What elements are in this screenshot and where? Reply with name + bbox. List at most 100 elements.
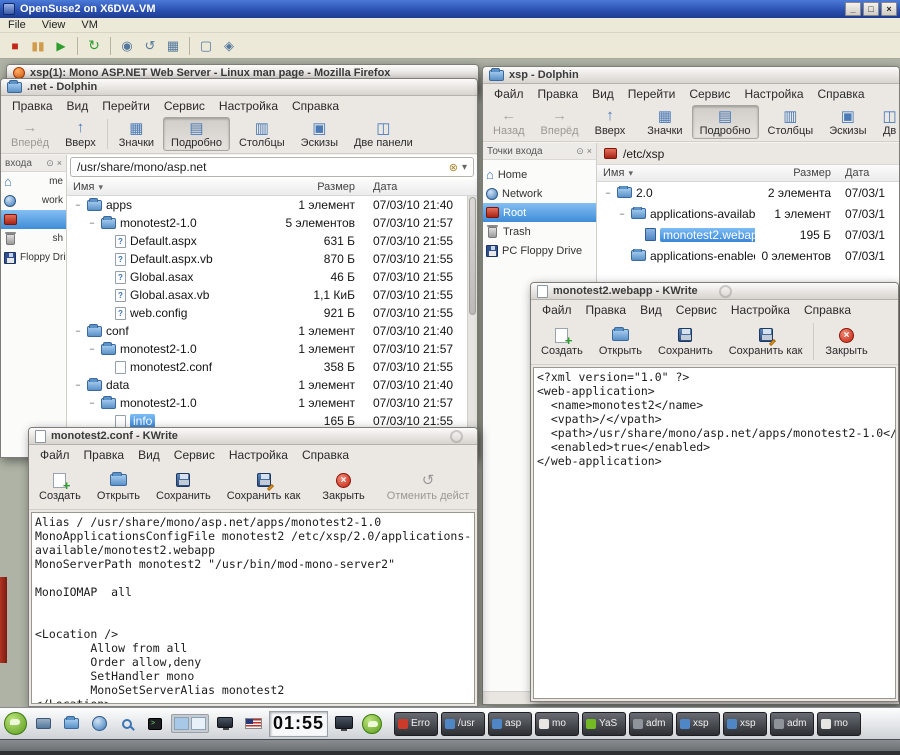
vertical-scrollbar[interactable] — [467, 196, 477, 457]
location-bar[interactable]: /usr/share/mono/asp.net ⊗ ▾ — [70, 157, 474, 177]
expander-icon[interactable] — [73, 200, 83, 210]
details-view-button[interactable]: ▤ Подробно — [163, 117, 230, 151]
new-button[interactable]: Создать — [534, 321, 590, 362]
place-root[interactable]: Root — [483, 203, 596, 222]
task-admin-2[interactable]: adm — [770, 711, 815, 736]
save-as-button[interactable]: Сохранить как — [220, 466, 308, 507]
menu-edit[interactable]: Правка — [5, 98, 60, 114]
terminal-launcher[interactable]: > — [143, 712, 167, 736]
forward-button[interactable]: → Вперёд — [534, 105, 586, 139]
panel-close-icon[interactable]: × — [57, 158, 62, 168]
split-view-button[interactable]: ◫ Две панели — [347, 117, 420, 151]
suspend-icon[interactable]: ▮▮ — [28, 36, 48, 55]
open-button[interactable]: Открыть — [90, 466, 147, 507]
maximize-button[interactable]: □ — [863, 2, 879, 16]
folder-row[interactable]: data 1 элемент 07/03/10 21:40 — [67, 376, 477, 394]
column-name[interactable]: Имя ▾ — [597, 167, 755, 179]
menu-file[interactable]: Файл — [487, 86, 531, 102]
task-xsp-dolphin[interactable]: xsp — [676, 711, 721, 736]
columns-view-button[interactable]: ▥ Столбцы — [232, 117, 292, 151]
menu-view[interactable]: Вид — [60, 98, 96, 114]
expander-icon[interactable] — [87, 218, 97, 228]
snapshot-icon[interactable]: ◉ — [117, 36, 137, 55]
save-as-button[interactable]: Сохранить как — [722, 321, 810, 362]
reset-icon[interactable]: ↻ — [84, 36, 104, 55]
expander-icon[interactable] — [617, 209, 627, 219]
clock[interactable]: 01:55 — [269, 710, 329, 737]
file-row[interactable]: monotest2.conf 358 Б 07/03/10 21:55 — [67, 358, 477, 376]
display-tray-icon[interactable] — [213, 712, 237, 736]
vm-titlebar[interactable]: OpenSuse2 on X6DVA.VM _ □ × — [0, 0, 900, 18]
folder-row[interactable]: monotest2-1.0 5 элементов 07/03/10 21:57 — [67, 214, 477, 232]
place-floppy[interactable]: PC Floppy Drive — [483, 241, 596, 260]
text-editor[interactable]: Alias / /usr/share/mono/asp.net/apps/mon… — [31, 512, 475, 704]
folder-row[interactable]: monotest2-1.0 1 элемент 07/03/10 21:57 — [67, 394, 477, 412]
keyboard-layout-tray[interactable] — [241, 712, 265, 736]
expander-icon[interactable] — [87, 398, 97, 408]
titlebar[interactable]: monotest2.webapp - KWrite — [531, 283, 898, 300]
fullscreen-icon[interactable]: ▢ — [196, 36, 216, 55]
place-root[interactable] — [1, 210, 66, 229]
task-xsp-manpage[interactable]: xsp — [723, 711, 768, 736]
folder-row[interactable]: monotest2-1.0 1 элемент 07/03/10 21:57 — [67, 340, 477, 358]
expander-icon[interactable] — [603, 188, 613, 198]
minimize-button[interactable]: _ — [845, 2, 861, 16]
menu-tools[interactable]: Сервис — [669, 302, 724, 318]
place-home[interactable]: me — [1, 172, 66, 191]
menu-help[interactable]: Справка — [285, 98, 346, 114]
task-error-console[interactable]: Erro — [394, 711, 439, 736]
menu-settings[interactable]: Настройка — [222, 447, 295, 463]
location-dropdown-icon[interactable]: ▾ — [462, 162, 467, 173]
column-name[interactable]: Имя ▾ — [67, 181, 274, 193]
breadcrumb[interactable]: /etc/xsp — [597, 143, 899, 165]
place-trash[interactable]: sh — [1, 229, 66, 248]
menu-tools[interactable]: Сервис — [682, 86, 737, 102]
place-home[interactable]: Home — [483, 165, 596, 184]
place-floppy[interactable]: Floppy Drive — [1, 248, 66, 267]
menu-view[interactable]: View — [34, 19, 74, 31]
menu-file[interactable]: Файл — [535, 302, 579, 318]
titlebar[interactable]: xsp - Dolphin — [483, 67, 899, 84]
column-date[interactable]: Дата — [835, 167, 899, 179]
menu-edit[interactable]: Правка — [77, 447, 132, 463]
columns-view-button[interactable]: ▥ Столбцы — [761, 105, 821, 139]
icons-view-button[interactable]: ▦ Значки — [112, 117, 161, 151]
menu-help[interactable]: Справка — [811, 86, 872, 102]
clear-location-icon[interactable]: ⊗ — [449, 161, 458, 174]
search-launcher[interactable] — [115, 712, 139, 736]
open-button[interactable]: Открыть — [592, 321, 649, 362]
revert-snapshot-icon[interactable]: ↺ — [140, 36, 160, 55]
menu-settings[interactable]: Настройка — [724, 302, 797, 318]
up-button[interactable]: ↑ Вверх — [588, 105, 633, 139]
task-admin[interactable]: adm — [629, 711, 674, 736]
menu-tools[interactable]: Сервис — [167, 447, 222, 463]
forward-button[interactable]: → Вперёд — [4, 117, 56, 151]
task-usr-folder[interactable]: /usr — [441, 711, 486, 736]
window-menu-icon[interactable] — [450, 429, 463, 443]
snapshot-manager-icon[interactable]: ▦ — [163, 36, 183, 55]
column-date[interactable]: Дата — [359, 181, 477, 193]
menu-settings[interactable]: Настройка — [212, 98, 285, 114]
place-trash[interactable]: Trash — [483, 222, 596, 241]
desktop-1[interactable] — [174, 717, 189, 730]
menu-tools[interactable]: Сервис — [157, 98, 212, 114]
play-icon[interactable]: ▶ — [51, 36, 71, 55]
expander-icon[interactable] — [73, 380, 83, 390]
file-row-selected[interactable]: monotest2.webapp 195 Б 07/03/1 — [597, 224, 899, 245]
menu-edit[interactable]: Правка — [579, 302, 634, 318]
file-row[interactable]: web.config 921 Б 07/03/10 21:55 — [67, 304, 477, 322]
column-size[interactable]: Размер — [274, 181, 359, 193]
desktop-pager[interactable] — [171, 714, 209, 733]
save-button[interactable]: Сохранить — [651, 321, 720, 362]
file-row[interactable]: Default.aspx.vb 870 Б 07/03/10 21:55 — [67, 250, 477, 268]
online-update-tray[interactable] — [360, 712, 384, 736]
menu-help[interactable]: Справка — [295, 447, 356, 463]
start-menu-button[interactable] — [3, 712, 27, 736]
new-button[interactable]: Создать — [32, 466, 88, 507]
titlebar[interactable]: monotest2.conf - KWrite — [29, 428, 477, 445]
task-kwrite-webapp[interactable]: mo — [817, 711, 862, 736]
close-document-button[interactable]: Закрыть — [818, 321, 874, 362]
menu-edit[interactable]: Правка — [531, 86, 586, 102]
menu-view[interactable]: Вид — [131, 447, 167, 463]
menu-help[interactable]: Справка — [797, 302, 858, 318]
